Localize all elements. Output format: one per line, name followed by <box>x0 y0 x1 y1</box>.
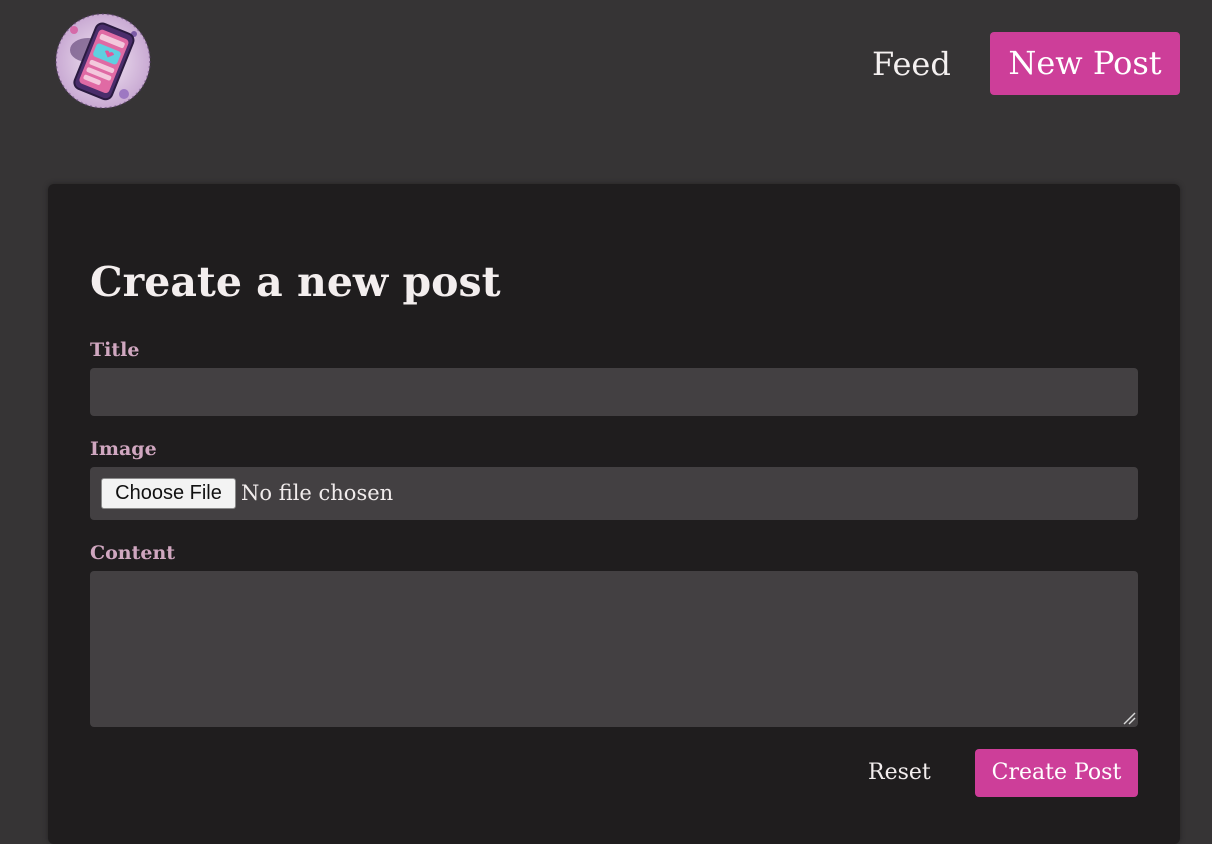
nav-new-post-button[interactable]: New Post <box>990 32 1180 95</box>
choose-file-button[interactable]: Choose File <box>101 478 236 509</box>
page-title: Create a new post <box>90 258 501 306</box>
resize-handle-icon[interactable] <box>1122 711 1136 725</box>
phone-app-logo-icon <box>55 13 151 109</box>
image-file-input: Choose File No file chosen <box>90 467 1138 520</box>
create-post-button[interactable]: Create Post <box>975 749 1138 797</box>
image-field-label: Image <box>90 438 157 460</box>
title-field-label: Title <box>90 339 140 361</box>
new-post-card: Create a new post Title Image Choose Fil… <box>48 184 1180 844</box>
file-status-text: No file chosen <box>241 481 394 505</box>
content-field-label: Content <box>90 542 176 564</box>
title-input[interactable] <box>90 368 1138 416</box>
app-logo[interactable] <box>52 10 154 112</box>
nav-feed-link[interactable]: Feed <box>872 42 951 86</box>
content-textarea[interactable] <box>90 571 1138 727</box>
reset-button[interactable]: Reset <box>854 749 945 797</box>
